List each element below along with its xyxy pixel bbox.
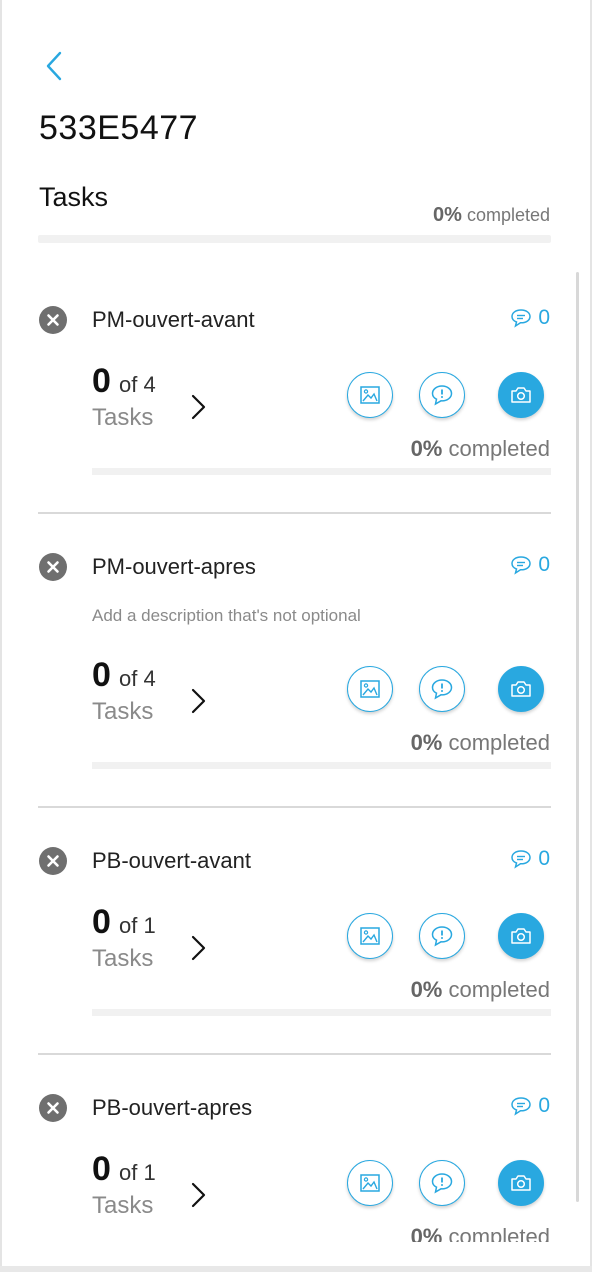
- comment-count: 0: [538, 553, 550, 576]
- tasks-total: of 4: [119, 666, 156, 691]
- report-issue-button[interactable]: [419, 666, 465, 712]
- task-name: PM-ouvert-avant: [92, 307, 255, 332]
- task-completion: 0% completed: [411, 436, 550, 462]
- task-list: PM-ouvert-avant 0 0 of 4 Tasks 0% comple…: [0, 246, 592, 1242]
- camera-icon: [511, 681, 531, 697]
- task-percent: 0%: [410, 1224, 443, 1242]
- image-icon: [360, 680, 380, 698]
- comment-icon: [511, 850, 532, 869]
- remove-task-button[interactable]: [39, 847, 67, 875]
- tasks-total: of 4: [119, 372, 156, 397]
- take-photo-button[interactable]: [498, 1160, 544, 1206]
- task-percent: 0%: [410, 977, 443, 1002]
- report-issue-button[interactable]: [419, 372, 465, 418]
- issue-comment-icon: [431, 1173, 453, 1194]
- tasks-done-count: 0: [92, 656, 111, 694]
- task-completed-label: completed: [448, 977, 550, 1002]
- task-completed-label: completed: [448, 730, 550, 755]
- task-completed-label: completed: [448, 1224, 550, 1242]
- remove-task-button[interactable]: [39, 553, 67, 581]
- overall-completion: 0% completed: [433, 204, 550, 227]
- add-image-button[interactable]: [347, 666, 393, 712]
- image-icon: [360, 927, 380, 945]
- overall-percent: 0%: [433, 204, 462, 226]
- remove-task-button[interactable]: [39, 306, 67, 334]
- open-task-button[interactable]: [188, 686, 210, 716]
- task-completed-label: completed: [448, 436, 550, 461]
- back-button[interactable]: [40, 48, 70, 84]
- task-name: PB-ouvert-avant: [92, 848, 251, 873]
- close-circle-icon: [47, 855, 59, 867]
- comment-count: 0: [538, 306, 550, 329]
- task-percent: 0%: [410, 730, 443, 755]
- task-name: PB-ouvert-apres: [92, 1095, 253, 1120]
- window-border-bottom: [0, 1266, 592, 1272]
- tasks-total: of 1: [119, 1160, 156, 1185]
- close-circle-icon: [47, 314, 59, 326]
- tasks-done-count: 0: [92, 903, 111, 941]
- chevron-right-icon: [191, 394, 206, 420]
- tasks-done-count: 0: [92, 362, 111, 400]
- issue-comment-icon: [431, 385, 453, 406]
- task-percent: 0%: [410, 436, 443, 461]
- close-circle-icon: [47, 1102, 59, 1114]
- add-image-button[interactable]: [347, 372, 393, 418]
- chevron-left-icon: [46, 51, 62, 81]
- comment-icon: [511, 309, 532, 328]
- open-task-button[interactable]: [188, 392, 210, 422]
- tasks-label: Tasks: [92, 404, 154, 431]
- tasks-done-count: 0: [92, 1150, 111, 1188]
- camera-icon: [511, 387, 531, 403]
- camera-icon: [511, 1175, 531, 1191]
- remove-task-button[interactable]: [39, 1094, 67, 1122]
- camera-icon: [511, 928, 531, 944]
- comment-count-button[interactable]: 0: [510, 306, 550, 330]
- tasks-total: of 1: [119, 913, 156, 938]
- open-task-button[interactable]: [188, 1180, 210, 1210]
- report-issue-button[interactable]: [419, 913, 465, 959]
- divider: [38, 512, 551, 514]
- image-icon: [360, 386, 380, 404]
- tasks-label: Tasks: [92, 698, 154, 725]
- comment-count-button[interactable]: 0: [510, 847, 550, 871]
- tasks-label: Tasks: [92, 1192, 154, 1219]
- divider: [38, 1053, 551, 1055]
- image-icon: [360, 1174, 380, 1192]
- take-photo-button[interactable]: [498, 372, 544, 418]
- take-photo-button[interactable]: [498, 913, 544, 959]
- task-completion: 0% completed: [411, 1224, 550, 1242]
- take-photo-button[interactable]: [498, 666, 544, 712]
- chevron-right-icon: [191, 688, 206, 714]
- report-issue-button[interactable]: [419, 1160, 465, 1206]
- divider: [38, 806, 551, 808]
- task-completion: 0% completed: [411, 977, 550, 1003]
- comment-count-button[interactable]: 0: [510, 553, 550, 577]
- task-progress-bar: [92, 468, 551, 475]
- issue-comment-icon: [431, 679, 453, 700]
- open-task-button[interactable]: [188, 933, 210, 963]
- issue-comment-icon: [431, 926, 453, 947]
- comment-count: 0: [538, 1094, 550, 1117]
- task-progress-bar: [92, 1009, 551, 1016]
- chevron-right-icon: [191, 935, 206, 961]
- comment-icon: [511, 556, 532, 575]
- page-title: 533E5477: [39, 109, 199, 147]
- task-progress-bar: [92, 762, 551, 769]
- section-title: Tasks: [39, 182, 109, 212]
- comment-count-button[interactable]: 0: [510, 1094, 550, 1118]
- comment-icon: [511, 1097, 532, 1116]
- add-image-button[interactable]: [347, 1160, 393, 1206]
- chevron-right-icon: [191, 1182, 206, 1208]
- task-description: Add a description that's not optional: [92, 606, 361, 625]
- overall-completed-label: completed: [466, 205, 550, 225]
- task-completion: 0% completed: [411, 730, 550, 756]
- task-name: PM-ouvert-apres: [92, 554, 256, 579]
- overall-progress-bar: [38, 235, 551, 243]
- tasks-label: Tasks: [92, 945, 154, 972]
- add-image-button[interactable]: [347, 913, 393, 959]
- close-circle-icon: [47, 561, 59, 573]
- comment-count: 0: [538, 847, 550, 870]
